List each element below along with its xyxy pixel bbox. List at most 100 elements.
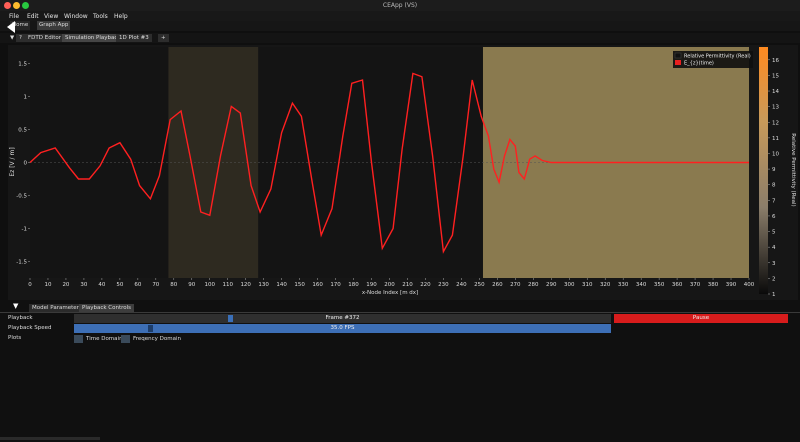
x-tick-label: 60: [134, 282, 141, 288]
y-tick-label: 0: [24, 161, 28, 167]
x-tick-label: 30: [80, 282, 87, 288]
x-tick-label: 350: [654, 282, 665, 288]
window-title: CEApp (VS): [382, 2, 418, 9]
menu-help[interactable]: Help: [114, 12, 128, 21]
x-tick-label: 220: [420, 282, 431, 288]
x-tick-label: 190: [366, 282, 377, 288]
x-tick-label: 70: [152, 282, 159, 288]
frequency-domain-checkbox[interactable]: [121, 335, 130, 343]
tab-1d-plot-3[interactable]: 1D Plot #3: [116, 34, 152, 42]
colorbar-label: Relative Permittivity (Real): [790, 133, 796, 206]
y-tick-label: -1.5: [16, 260, 27, 266]
x-tick-label: 90: [188, 282, 195, 288]
x-tick-label: 320: [600, 282, 611, 288]
colorbar-tick-label: 14: [772, 89, 779, 95]
x-tick-label: 10: [44, 282, 51, 288]
x-tick-label: 210: [402, 282, 413, 288]
x-tick-label: 250: [474, 282, 485, 288]
legend-swatch-permittivity: [674, 52, 682, 59]
colorbar-tick-label: 8: [772, 183, 776, 189]
x-tick-label: 290: [546, 282, 557, 288]
field-plot[interactable]: 0 10 20 30 40 50 60 70 80 90 100 110 120 130 140 150 160…: [8, 45, 798, 300]
menu-bar: File Edit View Window Tools Help: [0, 11, 800, 21]
tab-graph-app[interactable]: Graph App: [37, 21, 71, 30]
x-tick-label: 180: [348, 282, 359, 288]
x-tick-label: 300: [564, 282, 575, 288]
x-tick-label: 170: [330, 282, 341, 288]
colorbar-tick-label: 15: [772, 73, 779, 79]
x-tick-label: 340: [636, 282, 647, 288]
tab-simulation-playback[interactable]: Simulation Playback: [62, 34, 124, 42]
frame-slider[interactable]: Frame #372: [74, 314, 611, 323]
pointer-cursor-icon: [7, 21, 15, 33]
x-tick-label: 260: [492, 282, 503, 288]
time-domain-checkbox[interactable]: [74, 335, 83, 343]
menu-view[interactable]: View: [44, 12, 58, 21]
pause-button[interactable]: Pause: [614, 314, 788, 323]
y-tick-label: 1.5: [18, 62, 27, 68]
colorbar-tick-label: 10: [772, 151, 779, 157]
title-bar: CEApp (VS): [0, 0, 800, 11]
x-tick-label: 110: [222, 282, 233, 288]
x-tick-label: 380: [708, 282, 719, 288]
plot-tab-bar: ▼ ? FDTD Editor Simulation Playback 1D P…: [0, 33, 800, 43]
x-tick-label: 80: [170, 282, 177, 288]
permittivity-region: [168, 47, 259, 278]
x-tick-label: 330: [618, 282, 629, 288]
speed-text: 35.0 FPS: [330, 325, 355, 331]
time-domain-label: Time Domain: [86, 336, 123, 342]
colorbar-tick-label: 4: [772, 245, 776, 251]
x-tick-label: 0: [28, 282, 32, 288]
y-tick-label: 0.5: [18, 128, 27, 134]
colorbar-tick-label: 11: [772, 136, 779, 142]
speed-slider-grab[interactable]: [148, 325, 154, 332]
x-tick-label: 240: [456, 282, 467, 288]
colorbar-tick-label: 6: [772, 214, 776, 220]
colorbar-tick-label: 9: [772, 167, 776, 173]
colorbar-tick-label: 16: [772, 58, 779, 64]
colorbar-tick-label: 7: [772, 198, 776, 204]
menu-edit[interactable]: Edit: [27, 12, 39, 21]
x-tick-label: 160: [312, 282, 323, 288]
x-tick-label: 280: [528, 282, 539, 288]
colorbar: [759, 47, 768, 294]
x-tick-label: 310: [582, 282, 593, 288]
y-tick-label: -0.5: [16, 194, 27, 200]
help-icon[interactable]: ?: [16, 34, 25, 42]
x-tick-label: 390: [726, 282, 737, 288]
x-tick-label: 360: [672, 282, 683, 288]
legend-swatch-field: [675, 60, 681, 65]
playback-speed-slider[interactable]: 35.0 FPS: [74, 324, 611, 333]
x-tick-label: 270: [510, 282, 521, 288]
colorbar-tick-label: 2: [772, 276, 776, 282]
x-tick-label: 140: [276, 282, 287, 288]
x-tick-label: 370: [690, 282, 701, 288]
collapse-arrow-icon[interactable]: ▼: [13, 302, 18, 310]
legend: Relative Permittivity (Real) E_{z}(time): [673, 51, 753, 68]
plots-label: Plots: [8, 335, 22, 341]
colorbar-tick-label: 1: [772, 292, 776, 298]
x-tick-label: 50: [116, 282, 123, 288]
x-tick-label: 150: [294, 282, 305, 288]
legend-permittivity: Relative Permittivity (Real): [684, 54, 751, 60]
tab-playback-controls[interactable]: Playback Controls: [79, 304, 135, 312]
menu-file[interactable]: File: [9, 12, 19, 21]
menu-tools[interactable]: Tools: [93, 12, 108, 21]
y-axis-label: Ez [V / m]: [9, 147, 16, 176]
menu-window[interactable]: Window: [64, 12, 88, 21]
tab-fdtd-editor[interactable]: FDTD Editor: [25, 34, 65, 42]
frame-text: Frame #372: [325, 315, 360, 321]
divider: [0, 312, 800, 313]
bottom-panel: ▼ Model Parameters Playback Controls Pla…: [0, 300, 800, 442]
y-tick-label: 1: [24, 95, 28, 101]
frame-slider-grab[interactable]: [228, 315, 234, 322]
x-tick-label: 20: [62, 282, 69, 288]
playback-label: Playback: [8, 315, 33, 321]
x-tick-label: 400: [744, 282, 755, 288]
add-tab-button[interactable]: +: [158, 34, 169, 42]
tab-model-parameters[interactable]: Model Parameters: [29, 304, 85, 312]
x-tick-label: 200: [384, 282, 395, 288]
horizontal-scrollbar[interactable]: [0, 437, 100, 440]
x-axis-label: x-Node Index [m dx]: [362, 290, 418, 296]
x-tick-label: 40: [98, 282, 105, 288]
